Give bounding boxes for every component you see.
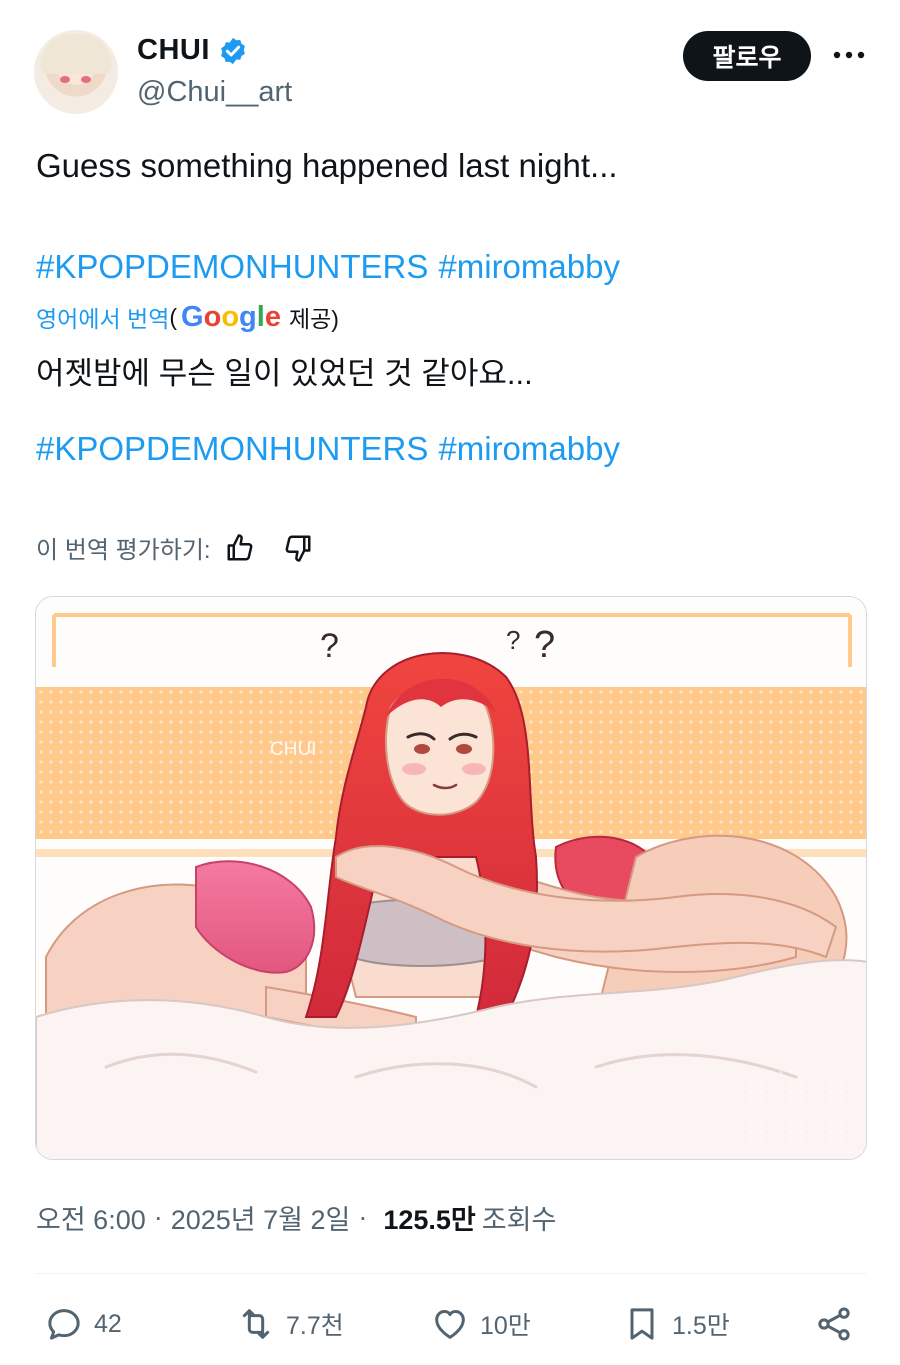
google-logo: Google [181,300,281,333]
display-name[interactable]: CHUI [137,34,210,67]
reply-icon [48,1309,80,1340]
svg-text:?: ? [506,625,520,655]
tweet-time[interactable]: 오전 6:00 [36,1198,146,1237]
bookmark-button[interactable]: 1.5만 [622,1296,730,1352]
avatar[interactable] [34,30,118,114]
hashtag-link[interactable]: #miromabby [438,430,620,467]
tweet-hashtags: #KPOPDEMONHUNTERS #miromabby [36,248,620,286]
divider [36,1273,866,1274]
bookmark-count: 1.5만 [672,1312,730,1340]
views-label: 조회수 [481,1205,557,1235]
meta-separator: · [153,1202,163,1232]
heart-icon [435,1310,465,1339]
watermark-text: CHUI [270,739,316,760]
rate-translation-row: 이 번역 평가하기: [36,530,313,565]
author-handle[interactable]: @Chui__art [137,76,292,109]
svg-text:?: ? [320,627,339,665]
reply-button[interactable]: 42 [44,1296,122,1352]
verified-badge-icon [221,37,245,64]
share-button[interactable] [814,1296,854,1352]
tweet-media-image[interactable]: CHUI ? ? ? [35,596,867,1160]
hashtag-link[interactable]: #KPOPDEMONHUNTERS [36,430,428,467]
translated-from-label[interactable]: 영어에서 번역 [36,300,169,334]
more-horizontal-icon[interactable] [832,40,866,70]
retweet-count: 7.7천 [286,1312,344,1340]
author-name-row: CHUI [137,34,248,67]
tweet-header: CHUI @Chui__art 팔로우 [0,0,900,130]
hashtag-link[interactable]: #miromabby [438,248,620,285]
illustration: CHUI ? ? ? [36,597,866,1159]
translated-text: 어젯밤에 무슨 일이 있었던 것 같아요... [36,356,533,391]
provided-label: 제공) [288,306,339,332]
follow-button[interactable]: 팔로우 [683,31,811,81]
like-button[interactable]: 10만 [430,1296,531,1352]
tweet-actions: 42 7.7천 10만 1.5만 [0,1296,900,1352]
like-count: 10만 [480,1312,531,1340]
paren-open: ( [169,303,178,330]
tweet-date[interactable]: 2025년 7월 2일 [171,1198,351,1237]
meta-separator: · [358,1202,368,1232]
tweet-meta: 오전 6:00 · 2025년 7월 2일 · 125.5만 조회수 [36,1198,556,1237]
tweet-text: Guess something happened last night... [36,147,618,184]
bookmark-icon [630,1308,654,1340]
translated-hashtags: #KPOPDEMONHUNTERS #miromabby [36,430,620,468]
retweet-button[interactable]: 7.7천 [236,1296,344,1352]
hashtag-link[interactable]: #KPOPDEMONHUNTERS [36,248,428,285]
svg-text:?: ? [534,624,555,666]
thumbs-up-icon[interactable] [225,533,255,563]
rate-translation-label: 이 번역 평가하기: [36,537,211,564]
views-count: 125.5만 [383,1205,476,1235]
thumbs-down-icon[interactable] [283,533,313,563]
retweet-icon [242,1309,270,1339]
reply-count: 42 [94,1309,122,1338]
translation-attribution: 영어에서 번역 ( Google 제공) [36,300,339,334]
share-icon [818,1307,850,1341]
